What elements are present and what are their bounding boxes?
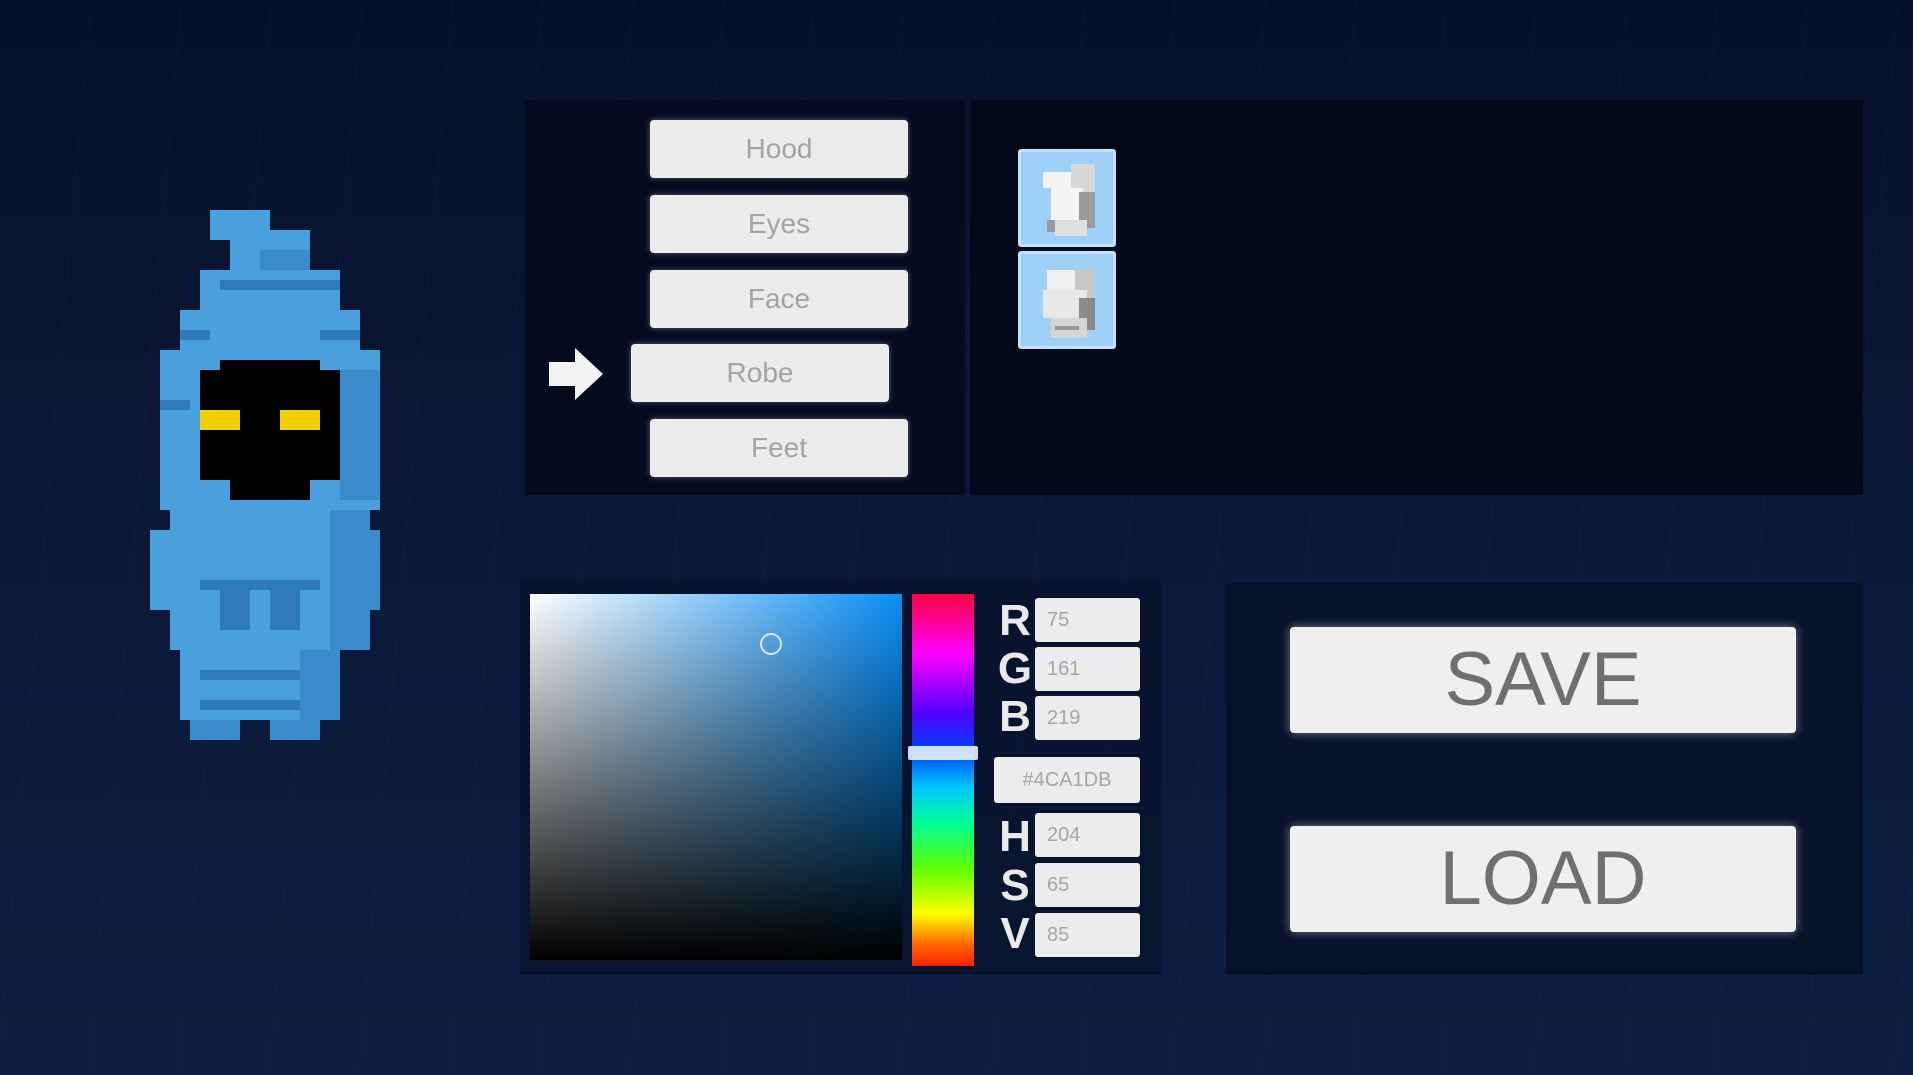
save-button[interactable]: SAVE bbox=[1290, 627, 1796, 733]
robe-variant-icon bbox=[1043, 270, 1095, 338]
saturation-label: S bbox=[1000, 861, 1030, 910]
variant-slot-2[interactable] bbox=[1018, 251, 1116, 349]
variant-slot-1[interactable] bbox=[1018, 149, 1116, 247]
selection-arrow-icon bbox=[549, 348, 603, 400]
hue-slider-handle[interactable] bbox=[908, 746, 978, 760]
value-label: V bbox=[1000, 909, 1030, 958]
color-cursor[interactable] bbox=[760, 633, 782, 655]
load-button[interactable]: LOAD bbox=[1290, 826, 1796, 932]
value-input[interactable]: 85 bbox=[1035, 913, 1140, 957]
saturation-input[interactable]: 65 bbox=[1035, 863, 1140, 907]
blue-input[interactable]: 219 bbox=[1035, 696, 1140, 740]
part-button-hood[interactable]: Hood bbox=[650, 120, 908, 178]
green-label: G bbox=[997, 644, 1033, 693]
hex-input[interactable]: #4CA1DB bbox=[994, 757, 1140, 803]
green-input[interactable]: 161 bbox=[1035, 647, 1140, 691]
part-button-face[interactable]: Face bbox=[650, 270, 908, 328]
hue-input[interactable]: 204 bbox=[1035, 813, 1140, 857]
part-button-robe[interactable]: Robe bbox=[631, 344, 889, 402]
saturation-value-square[interactable] bbox=[530, 594, 902, 960]
character-preview bbox=[150, 210, 380, 740]
hue-label: H bbox=[999, 812, 1031, 861]
robe-variant-icon bbox=[1043, 164, 1095, 236]
part-button-feet[interactable]: Feet bbox=[650, 419, 908, 477]
blue-label: B bbox=[999, 692, 1031, 741]
hue-slider[interactable] bbox=[912, 594, 974, 966]
red-input[interactable]: 75 bbox=[1035, 598, 1140, 642]
red-label: R bbox=[999, 596, 1031, 645]
part-button-eyes[interactable]: Eyes bbox=[650, 195, 908, 253]
